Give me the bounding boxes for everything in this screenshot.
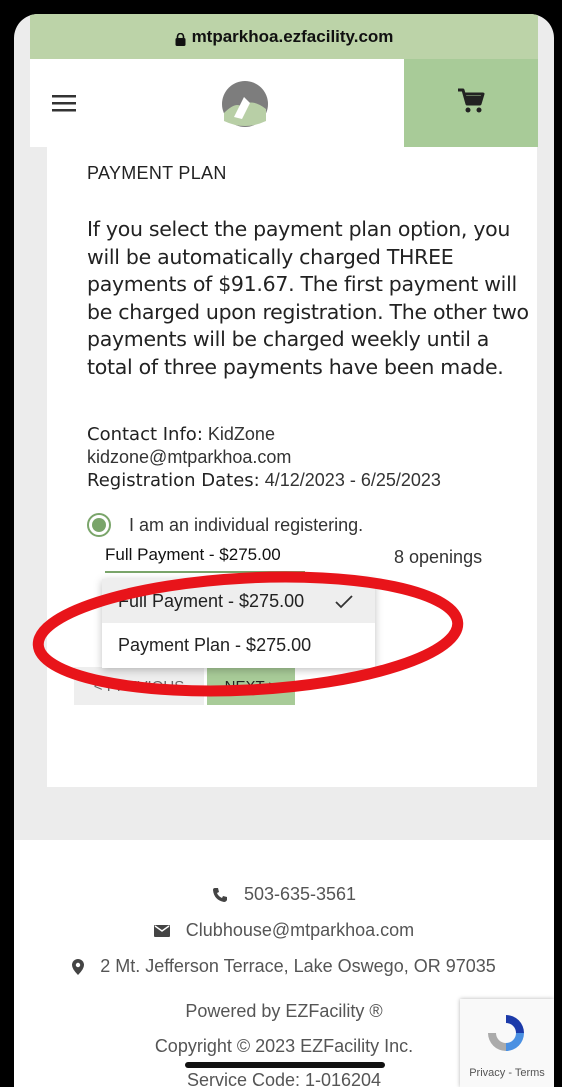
previous-button[interactable]: < PREVIOUS: [74, 667, 204, 705]
dropdown-option-label: Payment Plan - $275.00: [118, 634, 312, 655]
hamburger-menu-icon[interactable]: [30, 59, 100, 147]
footer-phone[interactable]: 503-635-3561: [14, 884, 554, 905]
site-header: [30, 59, 538, 147]
site-logo[interactable]: [220, 79, 270, 129]
footer-phone-text: 503-635-3561: [243, 884, 357, 904]
individual-radio-label: I am an individual registering.: [129, 514, 364, 535]
contact-email[interactable]: kidzone@mtparkhoa.com: [87, 446, 537, 469]
checkmark-icon: [335, 593, 353, 614]
shopping-cart-icon: [457, 88, 485, 119]
payment-plan-description: If you select the payment plan option, y…: [87, 217, 529, 379]
dates-value: 4/12/2023 - 6/25/2023: [264, 470, 441, 490]
next-button[interactable]: NEXT >: [207, 667, 295, 705]
contact-label: Contact Info:: [87, 424, 203, 445]
recaptcha-icon: [484, 1011, 528, 1060]
individual-radio-row[interactable]: I am an individual registering.: [87, 513, 363, 537]
dates-label: Registration Dates:: [87, 470, 260, 491]
payment-option-select[interactable]: Full Payment - $275.00: [105, 545, 305, 573]
contact-name: KidZone: [207, 424, 275, 444]
url-bar[interactable]: mtparkhoa.ezfacility.com: [30, 14, 538, 59]
section-title: PAYMENT PLAN: [87, 163, 227, 183]
dropdown-option-full-payment[interactable]: Full Payment - $275.00: [102, 579, 375, 623]
footer-email[interactable]: Clubhouse@mtparkhoa.com: [14, 920, 554, 941]
mail-icon: [153, 924, 170, 937]
recaptcha-badge[interactable]: Privacy - Terms: [460, 999, 554, 1087]
payment-option-dropdown: Full Payment - $275.00 Payment Plan - $2…: [102, 579, 375, 668]
cart-button[interactable]: [404, 59, 538, 147]
phone-icon: [212, 887, 228, 903]
footer-address-text: 2 Mt. Jefferson Terrace, Lake Oswego, OR…: [100, 956, 496, 976]
phone-screen: mtparkhoa.ezfacility.com PAYMENT PLAN If…: [14, 14, 554, 1087]
individual-radio[interactable]: [87, 513, 111, 537]
footer-address[interactable]: 2 Mt. Jefferson Terrace, Lake Oswego, OR…: [14, 956, 554, 977]
lock-icon: [175, 31, 186, 46]
home-indicator[interactable]: [185, 1062, 385, 1068]
contact-info: Contact Info: KidZone kidzone@mtparkhoa.…: [87, 423, 537, 492]
footer-email-text: Clubhouse@mtparkhoa.com: [185, 920, 415, 940]
registration-card: PAYMENT PLAN If you select the payment p…: [47, 147, 537, 787]
url-text: mtparkhoa.ezfacility.com: [191, 26, 394, 46]
location-pin-icon: [72, 958, 85, 975]
dropdown-option-label: Full Payment - $275.00: [118, 590, 305, 611]
site-footer: 503-635-3561 Clubhouse@mtparkhoa.com 2 M…: [14, 840, 554, 1087]
recaptcha-terms[interactable]: Privacy - Terms: [460, 1067, 554, 1079]
openings-count: 8 openings: [394, 547, 483, 567]
dropdown-option-payment-plan[interactable]: Payment Plan - $275.00: [102, 623, 375, 667]
